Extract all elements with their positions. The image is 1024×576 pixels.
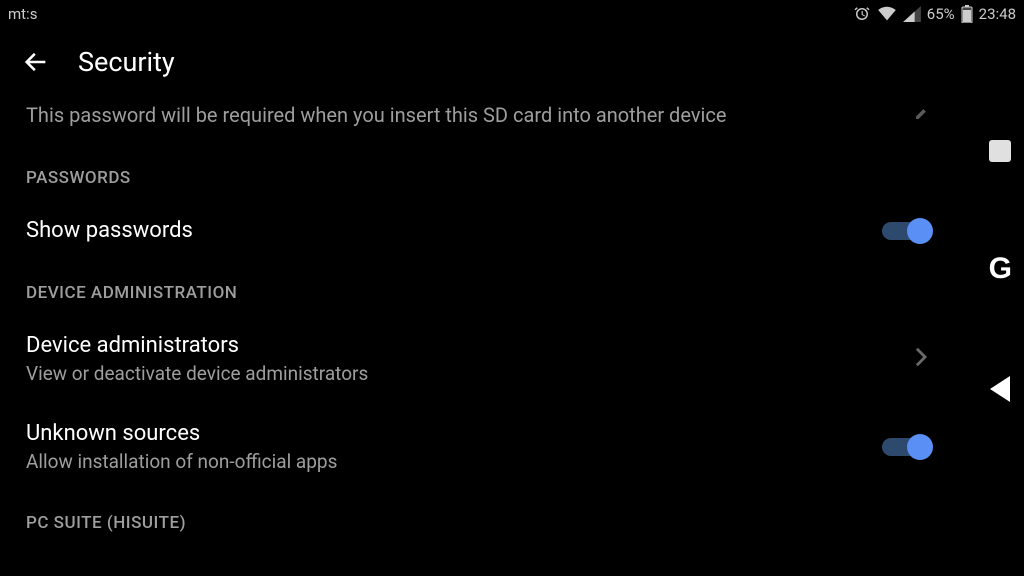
- status-carrier: mt:s: [8, 5, 37, 23]
- show-passwords-toggle[interactable]: [882, 219, 930, 243]
- battery-percent: 65%: [927, 5, 955, 23]
- google-button[interactable]: G: [989, 252, 1012, 286]
- device-admins-subtitle: View or deactivate device administrators: [26, 362, 368, 385]
- battery-icon: [961, 5, 973, 23]
- show-passwords-title: Show passwords: [26, 218, 193, 243]
- system-nav-buttons: G: [989, 140, 1012, 402]
- sd-card-password-row[interactable]: This password will be required when you …: [26, 96, 934, 146]
- unknown-sources-toggle[interactable]: [882, 435, 930, 459]
- section-pc-suite-header: PC SUITE (HISUITE): [26, 491, 934, 545]
- page-title: Security: [78, 46, 175, 78]
- clock-time: 23:48: [979, 5, 1016, 23]
- edit-icon: [914, 105, 934, 125]
- device-administrators-row[interactable]: Device administrators View or deactivate…: [26, 315, 934, 403]
- app-bar: Security: [0, 28, 1024, 96]
- section-device-admin-header: DEVICE ADMINISTRATION: [26, 261, 934, 315]
- device-admins-title: Device administrators: [26, 333, 368, 358]
- back-button[interactable]: [22, 48, 50, 76]
- signal-icon: [903, 6, 921, 22]
- status-right: 65% 23:48: [853, 5, 1016, 23]
- recents-button[interactable]: [989, 140, 1011, 162]
- alarm-icon: [853, 5, 871, 23]
- sd-card-description: This password will be required when you …: [26, 102, 726, 128]
- chevron-right-icon: [914, 346, 934, 372]
- settings-content: This password will be required when you …: [0, 96, 960, 545]
- unknown-sources-title: Unknown sources: [26, 421, 337, 446]
- back-nav-button[interactable]: [990, 376, 1010, 402]
- show-passwords-row[interactable]: Show passwords: [26, 200, 934, 261]
- section-passwords-header: PASSWORDS: [26, 146, 934, 200]
- unknown-sources-row[interactable]: Unknown sources Allow installation of no…: [26, 403, 934, 491]
- status-bar: mt:s 65% 23:48: [0, 0, 1024, 28]
- unknown-sources-subtitle: Allow installation of non-official apps: [26, 450, 337, 473]
- wifi-icon: [877, 6, 897, 22]
- carrier-label: mt:s: [8, 5, 37, 23]
